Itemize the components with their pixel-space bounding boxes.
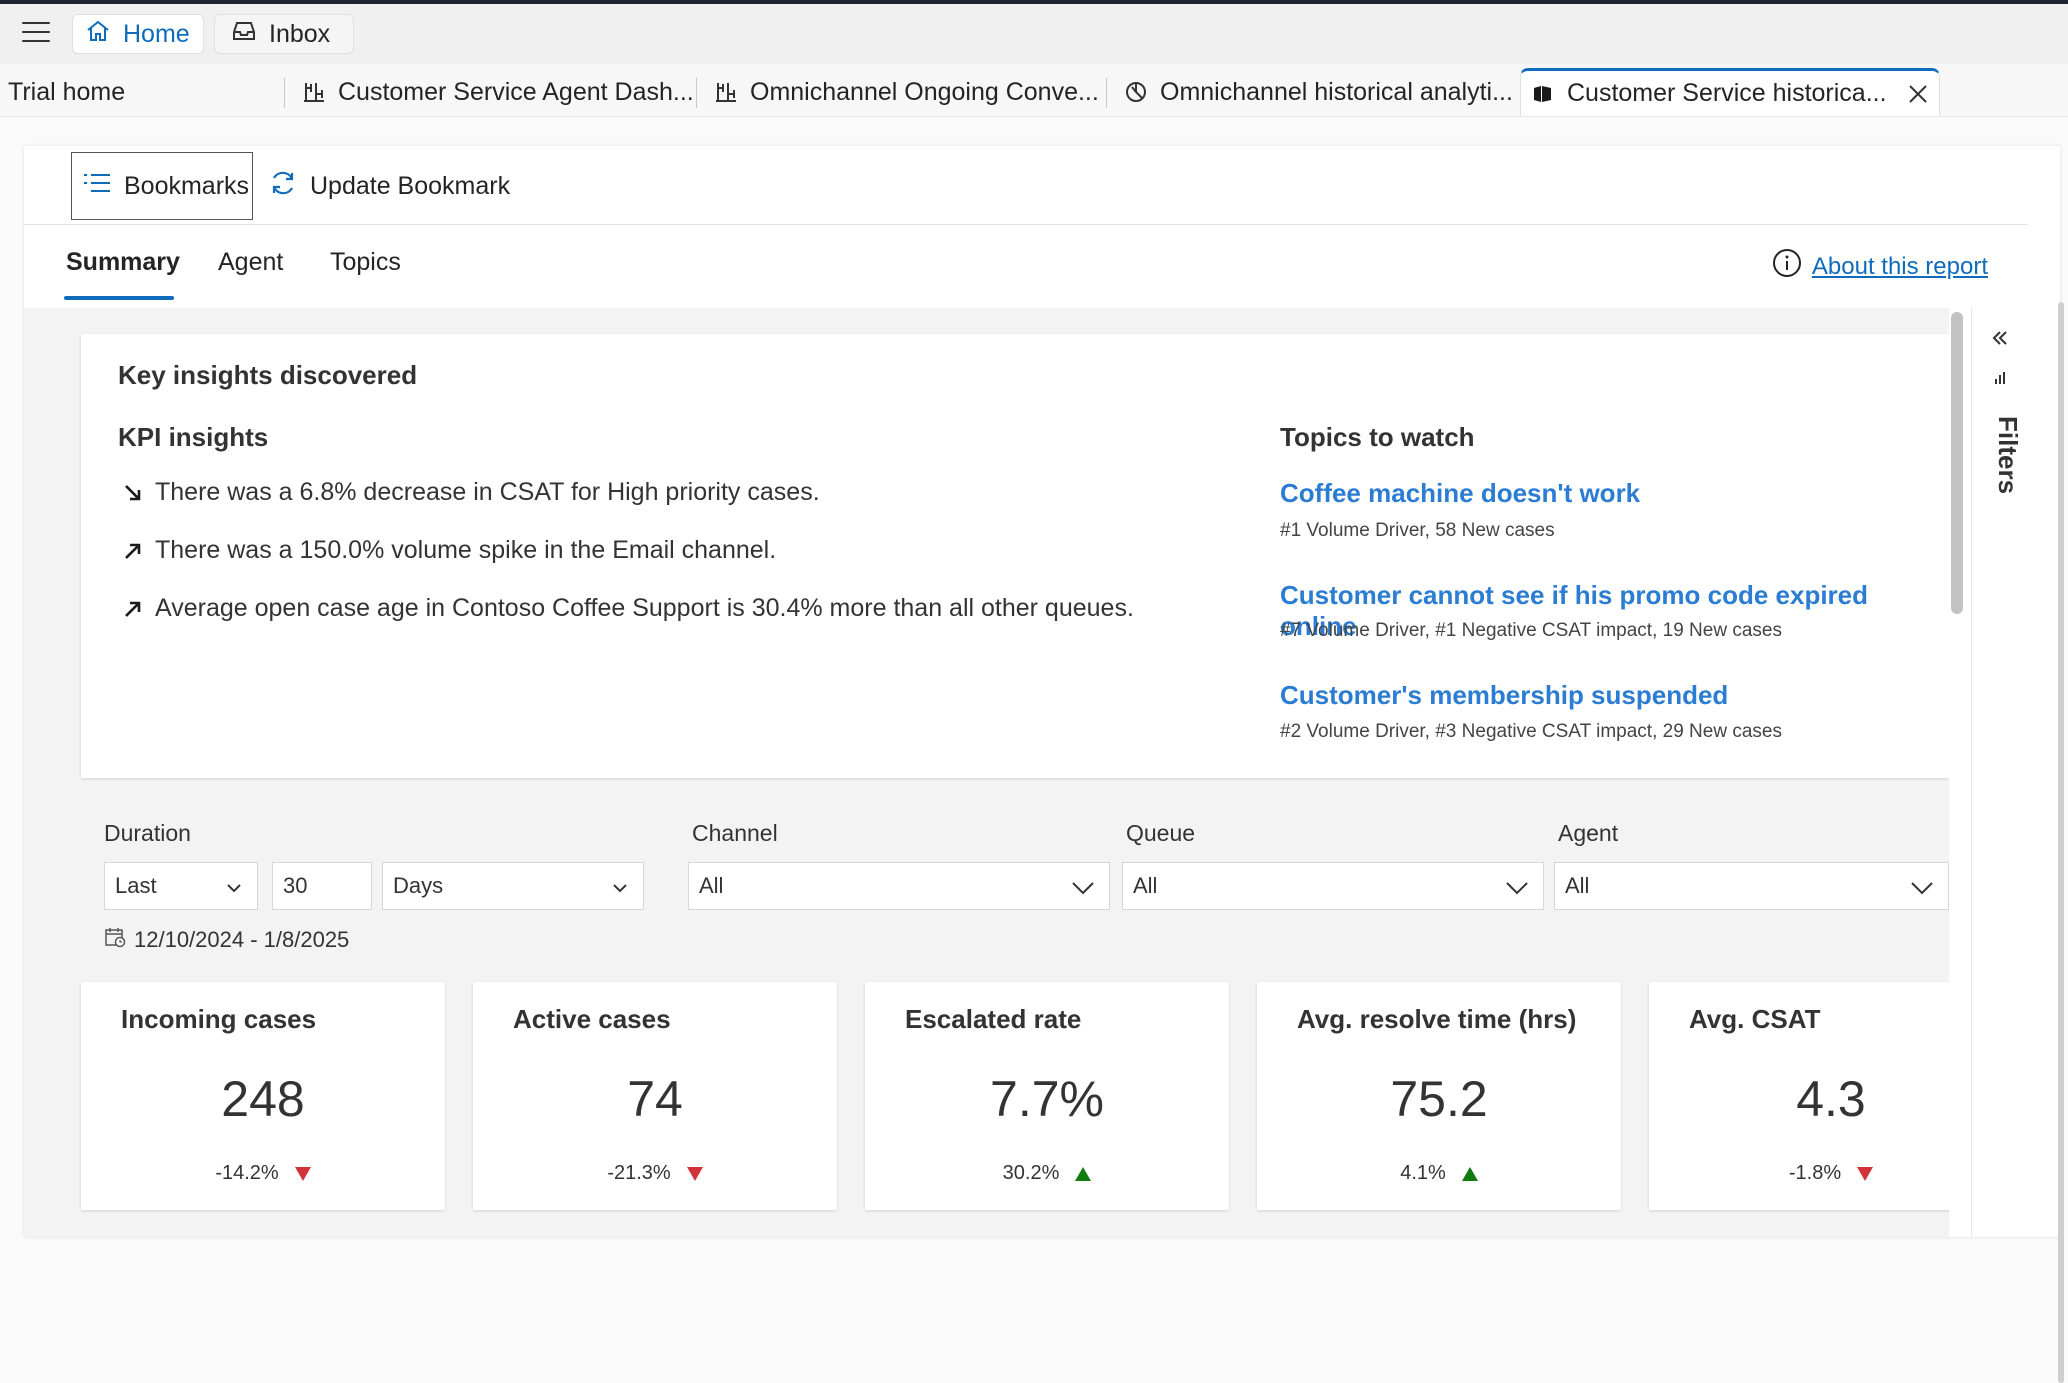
trend-down-icon <box>294 1166 311 1181</box>
topic-detail: #1 Volume Driver, 58 New cases <box>1280 520 1555 541</box>
tab-separator <box>284 78 285 108</box>
trend-down-icon <box>1857 1166 1874 1181</box>
close-tab-icon[interactable] <box>1907 83 1929 105</box>
topic-detail: #2 Volume Driver, #3 Negative CSAT impac… <box>1280 721 1782 742</box>
kpi-card-avg-csat[interactable]: Avg. CSAT 4.3 -1.8% <box>1649 982 1949 1210</box>
tab-omnichannel-historical[interactable]: Omnichannel historical analyti... <box>1124 70 1513 114</box>
report-panel: Bookmarks Update Bookmark Summary Agent … <box>24 146 2064 1383</box>
kpi-card-delta: 4.1% <box>1257 1162 1621 1185</box>
kpi-insight-item: Average open case age in Contoso Coffee … <box>123 594 1134 623</box>
trend-down-icon <box>686 1166 703 1181</box>
report-canvas: Key insights discovered KPI insights The… <box>24 308 1949 1237</box>
calendar-icon <box>104 926 134 954</box>
date-range: 12/10/2024 - 1/8/2025 <box>104 926 349 954</box>
tab-omnichannel-ongoing[interactable]: Omnichannel Ongoing Conve... <box>714 70 1099 114</box>
report-scrollbar-thumb[interactable] <box>1951 312 1963 614</box>
inbox-label: Inbox <box>269 19 331 48</box>
arrow-up-right-icon <box>123 541 145 561</box>
queue-label: Queue <box>1126 820 1196 846</box>
dashboard-icon <box>302 80 326 104</box>
app-top-bar: Home Inbox <box>0 4 2068 64</box>
tab-topics[interactable]: Topics <box>330 248 401 277</box>
kpi-card-delta: -21.3% <box>473 1162 837 1185</box>
tab-summary[interactable]: Summary <box>66 248 180 277</box>
about-report[interactable]: About this report <box>1772 248 1988 285</box>
analytics-icon <box>1124 80 1148 104</box>
kpi-card-title: Incoming cases <box>121 1004 317 1034</box>
kpi-card-title: Avg. resolve time (hrs) <box>1297 1004 1577 1034</box>
active-tab-indicator <box>64 296 174 300</box>
session-tab-bar: Trial home Customer Service Agent Dash..… <box>0 64 2068 117</box>
bookmarks-list-icon <box>82 172 124 201</box>
home-button[interactable]: Home <box>72 14 204 54</box>
agent-select[interactable]: All <box>1554 862 1949 910</box>
kpi-card-title: Escalated rate <box>905 1004 1082 1034</box>
topic-link[interactable]: Customer's membership suspended <box>1280 680 1728 711</box>
trend-up-icon <box>1461 1166 1478 1181</box>
trend-up-icon <box>1075 1166 1092 1181</box>
kpi-card-delta: -1.8% <box>1649 1162 1949 1185</box>
topics-to-watch-title: Topics to watch <box>1280 422 1475 452</box>
inbox-icon <box>231 19 269 50</box>
channel-label: Channel <box>692 820 778 846</box>
kpi-card-delta: -14.2% <box>81 1162 445 1185</box>
tab-agent[interactable]: Agent <box>218 248 283 277</box>
refresh-icon <box>268 168 310 205</box>
info-icon <box>1772 248 1802 285</box>
kpi-insight-item: There was a 150.0% volume spike in the E… <box>123 536 776 565</box>
about-report-link[interactable]: About this report <box>1812 253 1988 281</box>
duration-mode-select[interactable]: Last <box>104 862 258 910</box>
kpi-card-title: Avg. CSAT <box>1689 1004 1821 1034</box>
report-toolbar: Bookmarks Update Bookmark <box>24 146 2028 225</box>
dashboard-icon <box>714 80 738 104</box>
page-scrollbar-thumb[interactable] <box>2058 302 2064 1383</box>
tab-separator <box>1106 78 1107 108</box>
kpi-card-incoming-cases[interactable]: Incoming cases 248 -14.2% <box>81 982 445 1210</box>
trial-home-link[interactable]: Trial home <box>8 78 125 107</box>
collapse-double-chevron-icon[interactable] <box>1990 328 2010 353</box>
insights-title: Key insights discovered <box>118 360 418 390</box>
kpi-insights-title: KPI insights <box>118 422 269 452</box>
chevron-down-icon <box>1910 877 1934 903</box>
chevron-down-icon <box>611 877 629 903</box>
kpi-insight-item: There was a 6.8% decrease in CSAT for Hi… <box>123 478 820 507</box>
kpi-card-value: 248 <box>221 1071 305 1127</box>
kpi-card-value: 74 <box>627 1071 683 1127</box>
key-insights-card: Key insights discovered KPI insights The… <box>81 334 1949 778</box>
tab-agent-dashboard[interactable]: Customer Service Agent Dash... <box>302 70 694 114</box>
filters-pane-label[interactable]: Filters <box>1992 416 2023 494</box>
bookmarks-button[interactable]: Bookmarks <box>71 152 253 220</box>
filter-funnel-icon <box>1992 370 2008 391</box>
agent-label: Agent <box>1558 820 1619 846</box>
powerbi-report-icon <box>1531 82 1555 106</box>
update-bookmark-button[interactable]: Update Bookmark <box>268 152 510 220</box>
home-icon <box>85 19 123 50</box>
kpi-card-avg-resolve-time[interactable]: Avg. resolve time (hrs) 75.2 4.1% <box>1257 982 1621 1210</box>
topic-link[interactable]: Coffee machine doesn't work <box>1280 478 1640 509</box>
kpi-card-escalated-rate[interactable]: Escalated rate 7.7% 30.2% <box>865 982 1229 1210</box>
topic-detail: #7 Volume Driver, #1 Negative CSAT impac… <box>1280 620 1782 641</box>
kpi-card-value: 7.7% <box>990 1071 1104 1127</box>
duration-value-input[interactable]: 30 <box>272 862 372 910</box>
inbox-button[interactable]: Inbox <box>214 14 354 54</box>
kpi-card-value: 4.3 <box>1796 1071 1866 1127</box>
chevron-down-icon <box>225 877 243 903</box>
queue-select[interactable]: All <box>1122 862 1544 910</box>
duration-label: Duration <box>104 820 191 846</box>
tab-customer-service-historical[interactable]: Customer Service historica... <box>1520 68 1940 116</box>
kpi-card-title: Active cases <box>513 1004 671 1034</box>
home-label: Home <box>123 19 190 48</box>
chevron-down-icon <box>1071 877 1095 903</box>
report-page-tabs: Summary Agent Topics About this report <box>24 230 2028 302</box>
tab-separator <box>696 78 697 108</box>
arrow-up-right-icon <box>123 599 145 619</box>
kpi-card-value: 75.2 <box>1390 1071 1488 1127</box>
kpi-card-delta: 30.2% <box>865 1162 1229 1185</box>
duration-unit-select[interactable]: Days <box>382 862 644 910</box>
arrow-down-right-icon <box>123 483 145 503</box>
channel-select[interactable]: All <box>688 862 1110 910</box>
hamburger-menu-icon[interactable] <box>22 22 50 44</box>
kpi-card-active-cases[interactable]: Active cases 74 -21.3% <box>473 982 837 1210</box>
chevron-down-icon <box>1505 877 1529 903</box>
